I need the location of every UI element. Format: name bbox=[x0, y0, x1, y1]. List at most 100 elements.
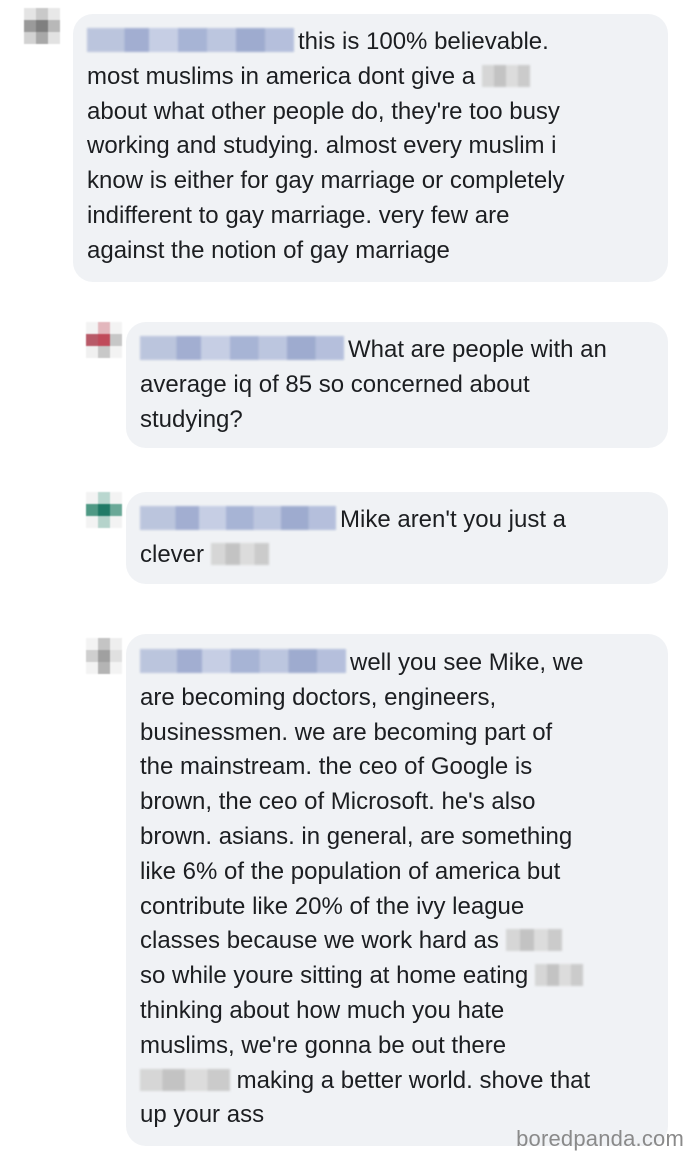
comment-text: brown. asians. in general, are something bbox=[140, 822, 573, 850]
avatar-pixel bbox=[48, 20, 60, 32]
avatar-pixel bbox=[48, 32, 60, 44]
comment-line: against the notion of gay marriage bbox=[87, 234, 656, 269]
avatar-pixel bbox=[86, 516, 98, 528]
avatar-pixel bbox=[48, 8, 60, 20]
avatar-pixel bbox=[110, 346, 122, 358]
comment-text: working and studying. almost every musli… bbox=[87, 132, 557, 160]
avatar-pixel bbox=[24, 32, 36, 44]
comment-line: well you see Mike, we bbox=[140, 646, 656, 681]
avatar-pixel bbox=[110, 638, 122, 650]
comment-line: working and studying. almost every musli… bbox=[87, 129, 656, 164]
comment-line: making a better world. shove that bbox=[140, 1064, 656, 1099]
commenter-name[interactable] bbox=[140, 336, 344, 360]
avatar[interactable] bbox=[86, 322, 122, 358]
avatar-pixel bbox=[110, 650, 122, 662]
censored-word bbox=[505, 929, 562, 952]
comment-text: like 6% of the population of america but bbox=[140, 857, 561, 885]
censored-word bbox=[534, 964, 583, 987]
comment-line: businessmen. we are becoming part of bbox=[140, 716, 656, 751]
comment-text: thinking about how much you hate bbox=[140, 996, 505, 1024]
avatar-pixel bbox=[98, 516, 110, 528]
comment-text: businessmen. we are becoming part of bbox=[140, 718, 553, 746]
avatar-pixel bbox=[110, 504, 122, 516]
comment-line: studying? bbox=[140, 403, 656, 438]
comment-text: indifferent to gay marriage. very few ar… bbox=[87, 201, 510, 229]
comment-bubble: this is 100% believable. most muslims in… bbox=[73, 14, 668, 282]
avatar-pixel bbox=[110, 334, 122, 346]
comment-line: are becoming doctors, engineers, bbox=[140, 681, 656, 716]
comment-text: the mainstream. the ceo of Google is bbox=[140, 753, 533, 781]
avatar-pixel bbox=[86, 334, 98, 346]
avatar-pixel bbox=[86, 322, 98, 334]
avatar-pixel bbox=[98, 334, 110, 346]
comment-line: clever bbox=[140, 538, 656, 573]
comment-bubble: What are people with an average iq of 85… bbox=[126, 322, 668, 448]
avatar-pixel bbox=[24, 8, 36, 20]
avatar-pixel bbox=[36, 32, 48, 44]
comment-line: about what other people do, they're too … bbox=[87, 95, 656, 130]
avatar-pixel bbox=[36, 20, 48, 32]
comment-line: the mainstream. the ceo of Google is bbox=[140, 750, 656, 785]
avatar-pixel bbox=[110, 492, 122, 504]
comment-text: know is either for gay marriage or compl… bbox=[87, 167, 565, 195]
comment-line: classes because we work hard as bbox=[140, 924, 656, 959]
comment-text: muslims, we're gonna be out there bbox=[140, 1031, 507, 1059]
comment-line: know is either for gay marriage or compl… bbox=[87, 164, 656, 199]
avatar-pixel bbox=[110, 322, 122, 334]
comment-text: making a better world. shove that bbox=[236, 1066, 591, 1094]
comment-line: brown. asians. in general, are something bbox=[140, 820, 656, 855]
avatar-pixel bbox=[110, 662, 122, 674]
comment-text: Mike aren't you just a bbox=[340, 506, 567, 533]
avatar[interactable] bbox=[86, 492, 122, 528]
comment-text: up your ass bbox=[140, 1101, 265, 1129]
avatar-pixel bbox=[86, 504, 98, 516]
comment-text: classes because we work hard as bbox=[140, 927, 499, 955]
comment-line: Mike aren't you just a bbox=[140, 503, 656, 538]
comment-text: What are people with an bbox=[348, 336, 607, 363]
comment-bubble: well you see Mike, we are becoming docto… bbox=[126, 634, 668, 1146]
comment-line: What are people with an bbox=[140, 333, 656, 368]
comment-line: average iq of 85 so concerned about bbox=[140, 368, 656, 403]
comment-text: contribute like 20% of the ivy league bbox=[140, 892, 525, 920]
censored-word bbox=[140, 1068, 230, 1091]
comment-text: brown, the ceo of Microsoft. he's also bbox=[140, 788, 536, 816]
avatar-pixel bbox=[98, 650, 110, 662]
avatar-pixel bbox=[86, 662, 98, 674]
commenter-name[interactable] bbox=[87, 28, 294, 52]
comment-line: brown, the ceo of Microsoft. he's also bbox=[140, 785, 656, 820]
watermark: boredpanda.com bbox=[516, 1126, 684, 1151]
avatar-pixel bbox=[98, 346, 110, 358]
avatar-pixel bbox=[110, 516, 122, 528]
comment-line: thinking about how much you hate bbox=[140, 994, 656, 1029]
censored-word bbox=[210, 542, 269, 565]
comment-text: so while youre sitting at home eating bbox=[140, 962, 529, 990]
comment-line: like 6% of the population of america but bbox=[140, 855, 656, 890]
commenter-name[interactable] bbox=[140, 506, 336, 530]
avatar[interactable] bbox=[24, 8, 60, 44]
comment-text: about what other people do, they're too … bbox=[87, 97, 560, 125]
comment-line: this is 100% believable. bbox=[87, 25, 656, 60]
avatar-pixel bbox=[36, 8, 48, 20]
comment-line: muslims, we're gonna be out there bbox=[140, 1029, 656, 1064]
censored-word bbox=[481, 64, 530, 87]
comment-text: studying? bbox=[140, 405, 243, 433]
avatar-pixel bbox=[98, 322, 110, 334]
avatar-pixel bbox=[98, 638, 110, 650]
avatar-pixel bbox=[98, 662, 110, 674]
commenter-name[interactable] bbox=[140, 649, 346, 673]
comment-text: this is 100% believable. bbox=[298, 28, 549, 55]
comment-text: most muslims in america dont give a bbox=[87, 62, 476, 90]
avatar-pixel bbox=[86, 346, 98, 358]
avatar-pixel bbox=[98, 492, 110, 504]
comment-line: so while youre sitting at home eating bbox=[140, 959, 656, 994]
avatar-pixel bbox=[86, 650, 98, 662]
comment-text: clever bbox=[140, 540, 205, 568]
comment-text: are becoming doctors, engineers, bbox=[140, 683, 497, 711]
comment-text: against the notion of gay marriage bbox=[87, 236, 450, 264]
avatar[interactable] bbox=[86, 638, 122, 674]
comment-bubble: Mike aren't you just a clever bbox=[126, 492, 668, 584]
avatar-pixel bbox=[86, 492, 98, 504]
comment-text: well you see Mike, we bbox=[350, 649, 584, 676]
comment-text: average iq of 85 so concerned about bbox=[140, 370, 530, 398]
comment-line: most muslims in america dont give a bbox=[87, 60, 656, 95]
